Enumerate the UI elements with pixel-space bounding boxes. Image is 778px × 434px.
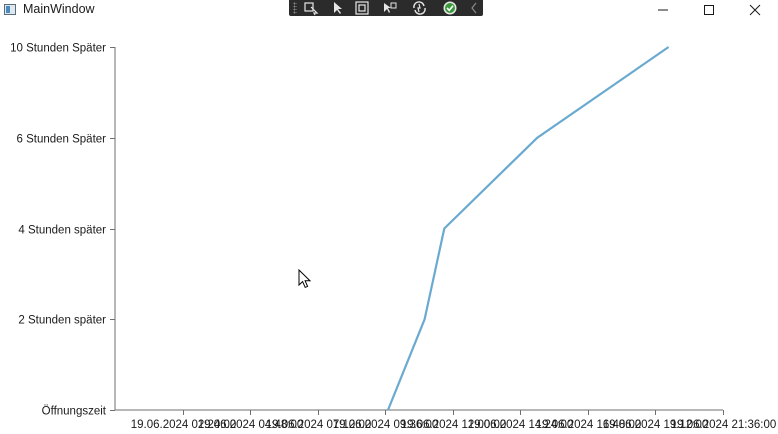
- line-chart: Öffnungszeit 2 Stunden später 4 Stunden sp…: [10, 43, 777, 432]
- x-tick-label: 19.06.2024 21:36:00: [671, 419, 777, 431]
- y-tick-label: 10 Stunden Später: [10, 43, 106, 55]
- y-tick-label: 4 Stunden später: [18, 225, 106, 237]
- mouse-cursor-icon: [298, 269, 312, 289]
- series-line: [386, 46, 670, 411]
- y-tick-label: Öffnungszeit: [42, 406, 107, 418]
- y-tick-label: 6 Stunden Später: [16, 134, 106, 146]
- y-tick-label: 2 Stunden später: [18, 315, 106, 327]
